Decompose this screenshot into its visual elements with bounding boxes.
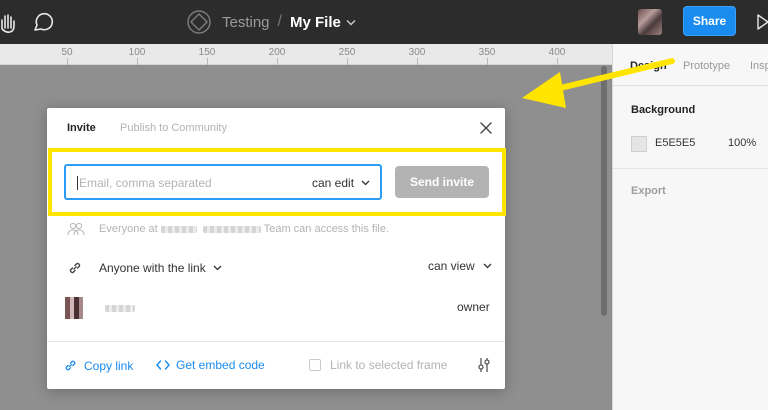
ruler-tick: 200	[268, 47, 286, 58]
code-icon	[156, 360, 170, 370]
link-to-frame-checkbox[interactable]	[309, 359, 321, 371]
embed-code-label: Get embed code	[176, 358, 265, 372]
ruler-tick-mark	[277, 58, 278, 65]
chevron-down-icon[interactable]	[213, 265, 222, 271]
background-opacity[interactable]: 100%	[728, 137, 756, 149]
invite-permission-label: can edit	[312, 176, 355, 190]
link-to-frame-label: Link to selected frame	[330, 358, 448, 372]
comment-icon[interactable]	[30, 8, 58, 36]
tab-publish[interactable]: Publish to Community	[120, 122, 227, 134]
project-name[interactable]: Testing	[222, 14, 270, 31]
panel-divider	[613, 168, 768, 169]
text-caret	[77, 176, 78, 190]
ruler-tick: 50	[61, 47, 73, 58]
team-access-prefix: Everyone at	[99, 223, 158, 235]
link-access-row: Anyone with the link	[67, 259, 222, 277]
share-button[interactable]: Share	[683, 6, 736, 36]
chevron-down-icon[interactable]	[346, 19, 356, 26]
ruler-tick: 250	[338, 47, 356, 58]
ruler-tick-mark	[487, 58, 488, 65]
copy-link-button[interactable]: Copy link	[63, 358, 133, 373]
embed-code-button[interactable]: Get embed code	[156, 358, 265, 372]
owner-row	[62, 296, 138, 320]
link-access-label[interactable]: Anyone with the link	[99, 261, 206, 275]
ruler-tick-mark	[347, 58, 348, 65]
send-invite-button[interactable]: Send invite	[395, 166, 489, 198]
play-icon[interactable]	[756, 14, 768, 30]
link-permission-label: can view	[428, 259, 475, 273]
ruler-tick: 100	[128, 47, 146, 58]
copy-link-label: Copy link	[84, 358, 134, 373]
share-dialog: Invite Publish to Community Email, comma…	[47, 108, 506, 389]
invite-permission-select[interactable]: can edit	[312, 176, 370, 190]
redacted-text	[202, 225, 261, 233]
owner-role: owner	[457, 300, 490, 314]
redacted-username	[105, 304, 135, 312]
tab-invite[interactable]: Invite	[67, 122, 96, 134]
close-icon[interactable]	[478, 120, 494, 136]
ruler-tick-mark	[417, 58, 418, 65]
file-name[interactable]: My File	[290, 14, 341, 31]
background-hex[interactable]: E5E5E5	[655, 137, 695, 149]
avatar[interactable]	[638, 9, 662, 35]
team-access-suffix: Team can access this file.	[263, 223, 390, 235]
redacted-text	[160, 225, 197, 233]
export-heading[interactable]: Export	[631, 185, 666, 197]
email-input[interactable]: Email, comma separated can edit	[64, 164, 382, 200]
ruler-tick: 300	[408, 47, 426, 58]
team-access-row: Everyone at Team can access this file.	[67, 220, 389, 238]
ruler-tick-mark	[67, 58, 68, 65]
link-icon	[65, 360, 76, 371]
chevron-down-icon	[483, 263, 492, 269]
avatar	[62, 297, 88, 319]
background-color-swatch[interactable]	[631, 136, 647, 152]
settings-sliders-icon[interactable]	[477, 356, 491, 374]
dialog-footer: Copy link Get embed code Link to selecte…	[47, 341, 505, 389]
component-icon	[187, 10, 211, 34]
ruler-tick: 150	[198, 47, 216, 58]
email-placeholder: Email, comma separated	[79, 176, 212, 190]
chevron-down-icon	[361, 180, 370, 186]
top-bar: Testing / My File Share	[0, 0, 768, 44]
title-separator: /	[277, 13, 282, 30]
link-permission-select[interactable]: can view	[428, 259, 492, 273]
ruler-tick-mark	[137, 58, 138, 65]
link-icon	[69, 262, 81, 274]
file-title[interactable]: Testing / My File	[186, 8, 356, 36]
team-icon	[67, 222, 85, 236]
hand-icon[interactable]	[0, 8, 22, 36]
annotation-arrow	[522, 58, 675, 108]
ruler-tick-mark	[207, 58, 208, 65]
ruler-tick: 350	[478, 47, 496, 58]
tab-inspect[interactable]: Insp	[750, 60, 768, 72]
link-to-frame-option[interactable]: Link to selected frame	[309, 358, 447, 372]
